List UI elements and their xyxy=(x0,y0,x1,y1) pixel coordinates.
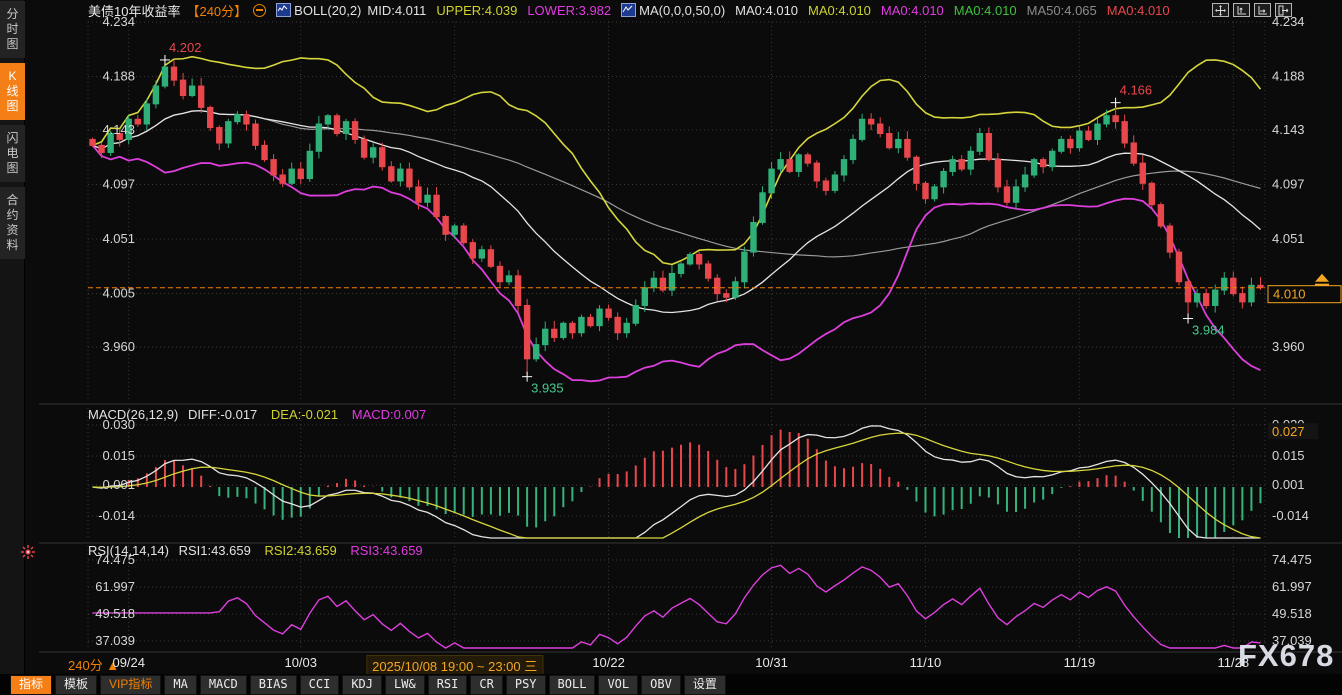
window-tools xyxy=(1212,3,1292,17)
ma-value-5: MA0:4.010 xyxy=(1107,3,1170,18)
toolbar-button-12[interactable]: BOLL xyxy=(549,675,596,695)
x-axis-tick: 09/24 xyxy=(112,655,145,670)
y-axis-label: -0.014 xyxy=(98,508,135,523)
boll-upper-value: UPPER:4.039 xyxy=(436,3,517,18)
boll-label: BOLL(20,2) xyxy=(294,3,361,18)
y-axis-label: -0.014 xyxy=(1272,508,1309,523)
y-axis-label: 49.518 xyxy=(1272,606,1312,621)
x-axis-tick: 10/03 xyxy=(284,655,317,670)
y-axis-label: 61.997 xyxy=(1272,579,1312,594)
y-axis-label: 4.188 xyxy=(1272,69,1305,84)
ma-value-0: MA0:4.010 xyxy=(735,3,798,18)
watermark: FX678 xyxy=(1238,638,1334,674)
x-axis-tick: 11/19 xyxy=(1064,655,1096,670)
y-axis-label: 61.997 xyxy=(95,579,135,594)
y-axis-label: 37.039 xyxy=(95,633,135,648)
collapse-indicator-icon[interactable] xyxy=(253,4,266,17)
x-axis-tick: 11/10 xyxy=(910,655,942,670)
y-axis-label: 4.097 xyxy=(1272,177,1305,192)
toolbar-button-1[interactable]: 模板 xyxy=(55,675,97,695)
macd-label-row: MACD(26,12,9) DIFF:-0.017 DEA:-0.021 MAC… xyxy=(88,407,426,422)
current-price-value: 4.010 xyxy=(1273,287,1306,302)
sidebar-item-2[interactable]: 闪电图 xyxy=(0,125,25,182)
macd-current-value: 0.027 xyxy=(1272,424,1305,439)
toolbar-button-11[interactable]: PSY xyxy=(506,675,546,695)
toolbar-button-14[interactable]: OBV xyxy=(641,675,681,695)
y-axis-label: 4.097 xyxy=(102,177,135,192)
y-axis-label: 74.475 xyxy=(1272,552,1312,567)
instrument-title: 美债10年收益率 xyxy=(88,1,180,20)
y-axis-label: 0.015 xyxy=(1272,448,1305,463)
rsi2-value: RSI2:43.659 xyxy=(264,543,336,558)
sidebar-item-0[interactable]: 分时图 xyxy=(0,1,25,58)
y-axis-label: 4.005 xyxy=(102,286,135,301)
rsi3-value: RSI3:43.659 xyxy=(350,543,422,558)
ma-indicator-icon[interactable] xyxy=(621,3,636,17)
toolbar-button-10[interactable]: CR xyxy=(470,675,502,695)
y-axis-scale-icon[interactable] xyxy=(1233,3,1250,17)
toolbar-button-8[interactable]: LW& xyxy=(385,675,425,695)
price-marker-label: 3.984 xyxy=(1192,323,1225,338)
toolbar-button-3[interactable]: MA xyxy=(164,675,196,695)
price-alert-icon xyxy=(1315,274,1329,282)
move-tool-icon[interactable] xyxy=(1212,3,1229,17)
toolbar-button-5[interactable]: BIAS xyxy=(250,675,297,695)
ma-value-2: MA0:4.010 xyxy=(881,3,944,18)
timeline-row: 240分 ▲ 09/2410/032025/10/08 19:00 ~ 23:0… xyxy=(25,653,1342,673)
price-marker-label: 3.935 xyxy=(531,381,564,396)
y-axis-label: 0.001 xyxy=(1272,477,1305,492)
price-marker-label: 4.166 xyxy=(1120,83,1153,98)
toolbar-button-4[interactable]: MACD xyxy=(200,675,247,695)
y-axis-label: 4.051 xyxy=(102,231,135,246)
boll-indicator-icon[interactable] xyxy=(276,3,291,17)
macd-dea-value: DEA:-0.021 xyxy=(271,407,338,422)
trading-app-window: 分时图 K线图闪电图合约资料 美债10年收益率 【240分】 BOLL(20,2)… xyxy=(0,0,1342,695)
sidebar-item-3[interactable]: 合约资料 xyxy=(0,187,25,259)
x-axis-tick: 10/31 xyxy=(755,655,788,670)
macd-params-label: MACD(26,12,9) xyxy=(88,407,178,422)
toolbar-button-9[interactable]: RSI xyxy=(428,675,468,695)
chart-header: 美债10年收益率 【240分】 BOLL(20,2) MID:4.011 UPP… xyxy=(25,0,1342,20)
y-axis-label: 3.960 xyxy=(1272,339,1305,354)
boll-mid-value: MID:4.011 xyxy=(367,3,426,18)
y-axis-label: 49.518 xyxy=(95,606,135,621)
x-axis-tick: 10/22 xyxy=(592,655,625,670)
x-axis-selected-range: 2025/10/08 19:00 ~ 23:00 三 xyxy=(366,655,543,676)
bottom-toolbar: 指标模板VIP指标MAMACDBIASCCIKDJLW&RSICRPSYBOLL… xyxy=(0,674,1342,695)
toolbar-button-2[interactable]: VIP指标 xyxy=(100,675,161,695)
toolbar-button-13[interactable]: VOL xyxy=(598,675,638,695)
exit-pane-icon[interactable] xyxy=(1275,3,1292,17)
ma-value-3: MA0:4.010 xyxy=(954,3,1017,18)
y-axis-label: 4.143 xyxy=(102,122,135,137)
y-axis-label: 0.001 xyxy=(102,477,135,492)
ma-label: MA(0,0,0,50,0) xyxy=(639,3,725,18)
period-badge: 【240分】 xyxy=(186,1,247,20)
toolbar-button-0[interactable]: 指标 xyxy=(10,675,52,695)
macd-diff-value: DIFF:-0.017 xyxy=(188,407,257,422)
price-marker-label: 4.202 xyxy=(169,40,202,55)
toolbar-button-15[interactable]: 设置 xyxy=(684,675,726,695)
y-axis-label: 4.143 xyxy=(1272,122,1305,137)
ma-values-group: MA0:4.010 MA0:4.010 MA0:4.010 MA0:4.010 MA50… xyxy=(725,3,1169,18)
sidebar-item-1[interactable]: K线图 xyxy=(0,63,25,120)
macd-value: MACD:0.007 xyxy=(352,407,426,422)
alert-sun-icon[interactable] xyxy=(20,544,36,560)
y-axis-label: 4.051 xyxy=(1272,231,1305,246)
y-axis-label: 3.960 xyxy=(102,339,135,354)
rsi-params-label: RSI(14,14,14) xyxy=(88,543,169,558)
toolbar-button-7[interactable]: KDJ xyxy=(342,675,382,695)
rsi1-value: RSI1:43.659 xyxy=(179,543,251,558)
rsi-label-row: RSI(14,14,14) RSI1:43.659 RSI2:43.659 RS… xyxy=(88,543,423,558)
ma-value-4: MA50:4.065 xyxy=(1027,3,1097,18)
x-axis-scale-icon[interactable] xyxy=(1254,3,1271,17)
toolbar-button-6[interactable]: CCI xyxy=(300,675,340,695)
chart-canvas[interactable]: 4.2024.1663.9353.9844.2344.2344.1884.188… xyxy=(25,14,1342,655)
sidebar: 分时图 K线图闪电图合约资料 xyxy=(0,0,25,695)
y-axis-label: 0.015 xyxy=(102,448,135,463)
boll-lower-value: LOWER:3.982 xyxy=(527,3,611,18)
ma-value-1: MA0:4.010 xyxy=(808,3,871,18)
y-axis-label: 4.188 xyxy=(102,69,135,84)
